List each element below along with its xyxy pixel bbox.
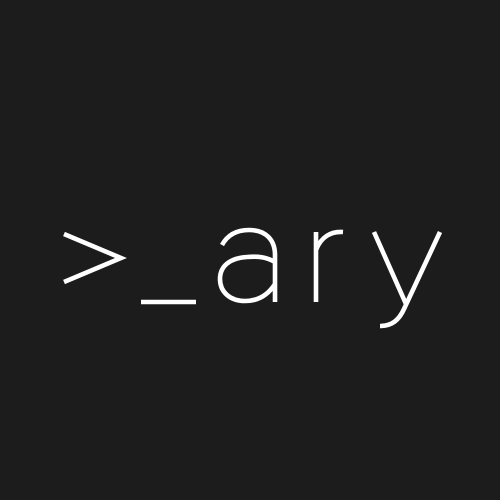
ary-logo — [63, 227, 443, 329]
letter-a-glyph — [217, 227, 278, 304]
letter-y-glyph — [371, 231, 443, 329]
logo-canvas: >_ary — [0, 0, 500, 500]
letter-r-glyph — [313, 229, 344, 302]
chevron-glyph — [63, 231, 127, 285]
